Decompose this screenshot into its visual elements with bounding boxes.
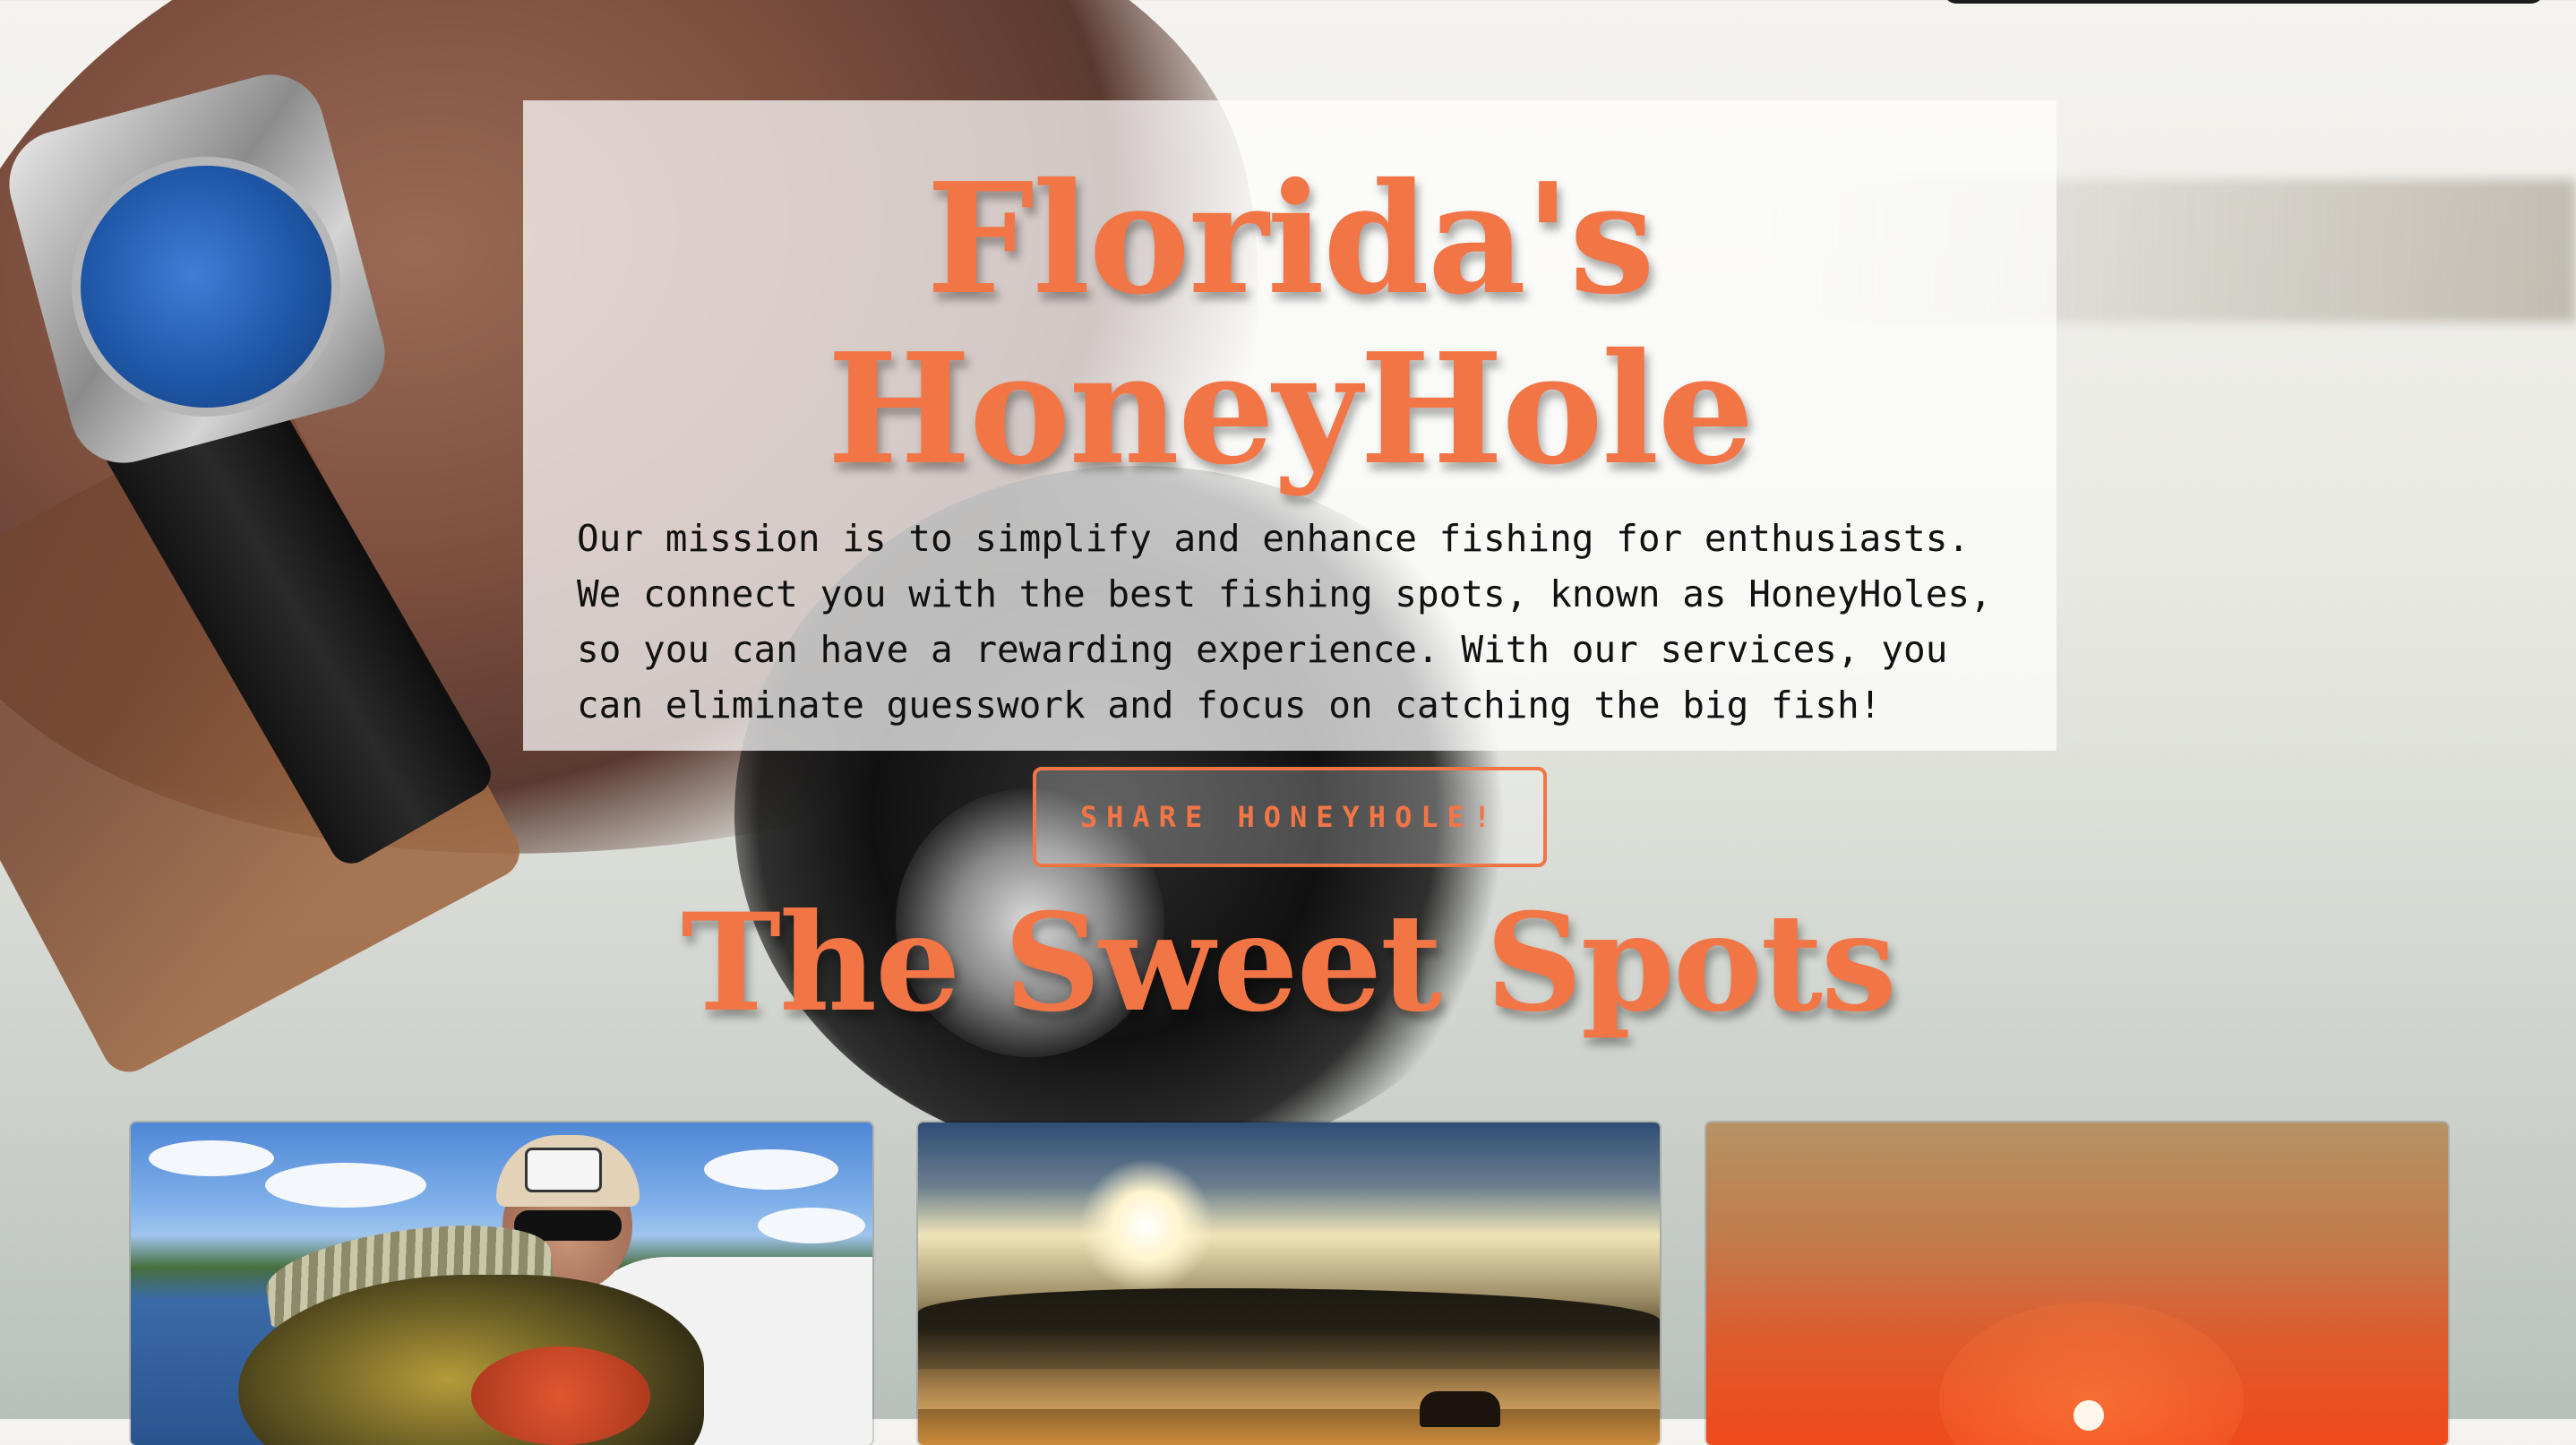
sweet-spots-heading: The Sweet Spots	[681, 884, 1896, 1042]
cloud	[149, 1140, 274, 1176]
mission-statement: Our mission is to simplify and enhance f…	[577, 517, 1992, 727]
boat-silhouette	[1420, 1391, 1500, 1427]
site-title: Florida's HoneyHole	[827, 150, 1754, 499]
share-honeyhole-button[interactable]: SHARE HONEYHOLE!	[1033, 767, 1547, 867]
spot-card-3[interactable]	[1706, 1122, 2448, 1445]
fish-belly	[471, 1346, 650, 1445]
setting-sun	[2074, 1400, 2104, 1431]
cloud	[265, 1163, 426, 1208]
spot-card-1[interactable]	[131, 1122, 872, 1445]
watch-face	[72, 157, 340, 417]
top-nav-bar[interactable]	[1944, 0, 2544, 4]
lake-mist	[918, 1329, 1660, 1409]
cloud	[704, 1149, 838, 1190]
cap-patch	[525, 1148, 602, 1192]
spot-card-2[interactable]	[918, 1122, 1660, 1445]
cloud	[758, 1208, 865, 1243]
hero-panel: Florida's HoneyHole Our mission is to si…	[523, 100, 2057, 867]
sun-glow	[1079, 1158, 1214, 1293]
